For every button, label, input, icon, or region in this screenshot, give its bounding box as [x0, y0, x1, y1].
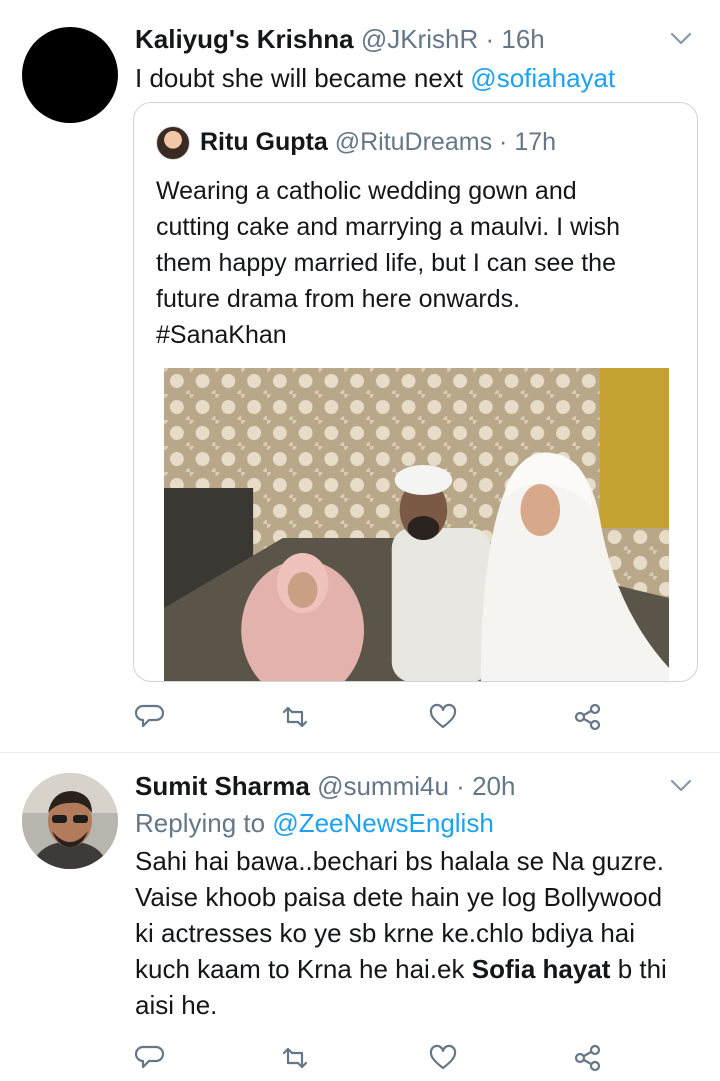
separator: ·	[456, 771, 465, 801]
text-line: cutting cake and marrying a maulvi. I wi…	[156, 213, 621, 241]
text-line: aisi he.	[135, 990, 218, 1020]
text-segment: kuch kaam to Krna he hai.ek	[135, 954, 472, 984]
like-icon[interactable]	[428, 702, 458, 732]
tweet-text-body: I doubt she will became next	[135, 63, 471, 93]
author-handle[interactable]: @JKrishR	[361, 24, 478, 54]
text-line: future drama from here onwards.	[156, 285, 521, 313]
quoted-avatar[interactable]	[156, 126, 190, 161]
quoted-tweet[interactable]: Ritu Gupta @RituDreams · 17h Wearing a c…	[133, 102, 698, 682]
tweet-kaliyug[interactable]: Kaliyug's Krishna @JKrishR · 16h I doubt…	[0, 0, 720, 752]
replying-to-link[interactable]: @ZeeNewsEnglish	[272, 808, 493, 838]
tweet-actions	[135, 702, 655, 732]
retweet-icon[interactable]	[280, 702, 310, 732]
quoted-tweet-header: Ritu Gupta @RituDreams · 17h	[156, 125, 556, 161]
tweet-header: Kaliyug's Krishna @JKrishR · 16h	[135, 22, 694, 56]
quoted-tweet-photo[interactable]	[164, 368, 669, 681]
quoted-author-handle[interactable]: @RituDreams	[335, 128, 492, 156]
author-handle[interactable]: @summi4u	[317, 771, 449, 801]
tweet-text: Sahi hai bawa..bechari bs halala se Na g…	[135, 843, 694, 1023]
separator: ·	[499, 128, 508, 156]
retweet-icon[interactable]	[280, 1043, 310, 1073]
share-icon[interactable]	[573, 1043, 603, 1073]
avatar[interactable]	[22, 27, 118, 123]
avatar[interactable]	[22, 773, 118, 869]
reply-icon[interactable]	[135, 1043, 165, 1073]
tweet-text: I doubt she will became next @sofiahayat	[135, 60, 694, 96]
author-name[interactable]: Kaliyug's Krishna	[135, 24, 354, 54]
share-icon[interactable]	[573, 702, 603, 732]
text-line: them happy married life, but I can see t…	[156, 249, 616, 277]
text-segment: b thi	[610, 954, 667, 984]
avatar-photo	[22, 773, 118, 869]
text-line: ki actresses ko ye sb krne ke.chlo bdiya…	[135, 918, 636, 948]
text-line: Vaise khoob paisa dete hain ye log Bolly…	[135, 882, 663, 912]
separator: ·	[485, 24, 495, 54]
timestamp[interactable]: 20h	[472, 771, 515, 801]
quoted-author-name[interactable]: Ritu Gupta	[200, 128, 328, 156]
reply-icon[interactable]	[135, 702, 165, 732]
author-name[interactable]: Sumit Sharma	[135, 771, 310, 801]
quoted-timestamp[interactable]: 17h	[514, 128, 556, 156]
mention-link[interactable]: @sofiahayat	[470, 63, 615, 93]
quoted-tweet-text: Wearing a catholic wedding gown and cutt…	[156, 173, 677, 353]
chevron-down-icon[interactable]	[670, 779, 692, 793]
replying-label: Replying to	[135, 808, 273, 838]
hashtag[interactable]: #SanaKhan	[156, 317, 677, 353]
tweet-sumit[interactable]: Sumit Sharma @summi4u · 20h Replying to …	[0, 753, 720, 1081]
replying-to: Replying to @ZeeNewsEnglish	[135, 805, 694, 841]
chevron-down-icon[interactable]	[670, 32, 692, 46]
timestamp[interactable]: 16h	[501, 24, 544, 54]
text-line: kuch kaam to Krna he hai.ek Sofia hayat …	[135, 951, 694, 987]
text-line: Wearing a catholic wedding gown and	[156, 177, 577, 205]
tweet-header: Sumit Sharma @summi4u · 20h	[135, 769, 694, 803]
like-icon[interactable]	[428, 1043, 458, 1073]
tweet-actions	[135, 1043, 655, 1073]
text-line: Sahi hai bawa..bechari bs halala se Na g…	[135, 846, 664, 876]
bold-text: Sofia hayat	[471, 954, 611, 984]
wedding-photo	[164, 368, 669, 681]
